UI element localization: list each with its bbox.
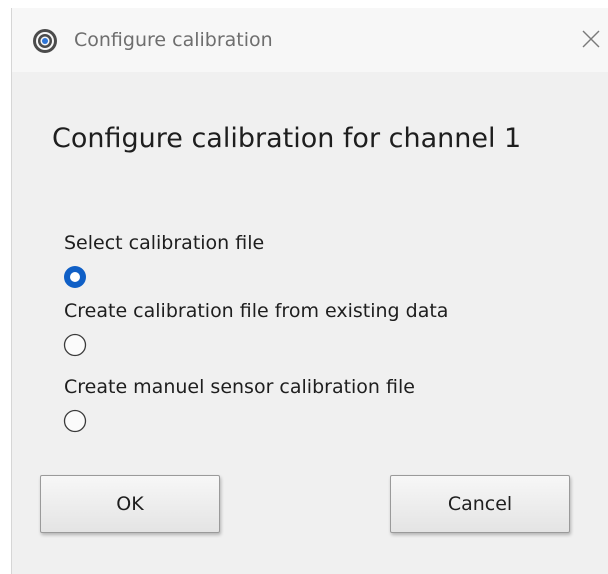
option-label-select-file: Select calibration file [64,232,265,254]
radio-manual-sensor[interactable] [62,408,88,434]
dialog-window: Configure calibration Configure calibrat… [12,8,608,574]
title-bar: Configure calibration [12,8,608,72]
ok-button[interactable]: OK [40,475,220,533]
option-label-from-existing-data: Create calibration file from existing da… [64,300,449,322]
close-icon [580,28,602,54]
cancel-button[interactable]: Cancel [390,475,570,533]
radio-from-existing-data[interactable] [62,332,88,358]
dialog-heading: Configure calibration for channel 1 [52,123,522,154]
calibration-target-icon [32,28,58,54]
close-button[interactable] [574,24,608,58]
window-title: Configure calibration [74,29,273,51]
radio-select-file[interactable] [62,264,88,290]
option-label-manual-sensor: Create manuel sensor calibration file [64,376,415,398]
